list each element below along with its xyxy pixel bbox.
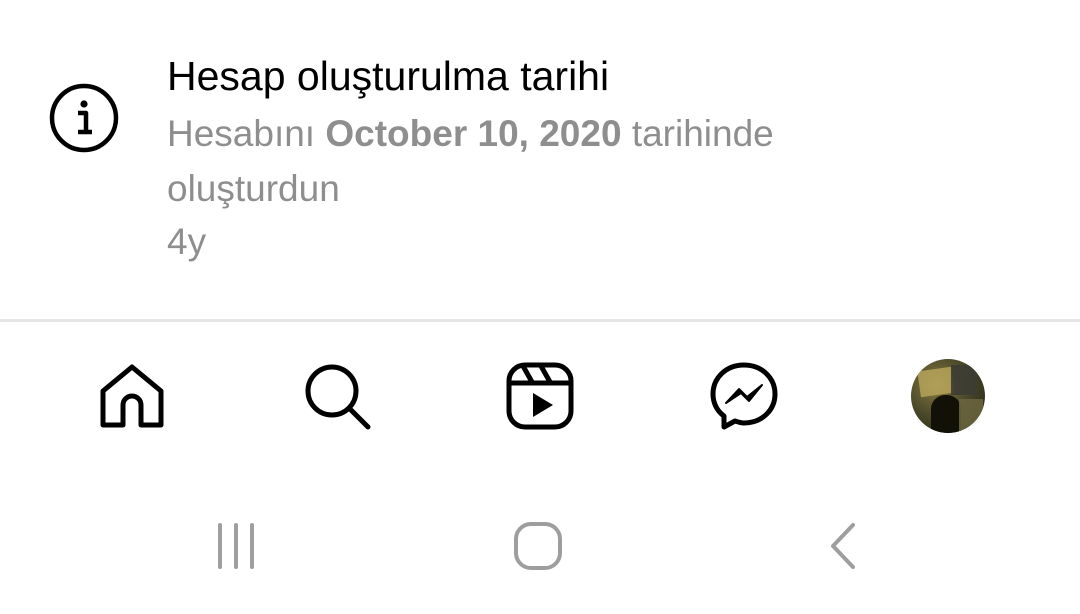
time-ago: 4y: [167, 221, 207, 262]
system-home-button[interactable]: [508, 516, 568, 576]
account-created-description: Hesabını October 10, 2020 tarihinde oluş…: [167, 106, 887, 216]
recents-icon: [218, 523, 254, 569]
tab-search[interactable]: [297, 356, 377, 436]
messenger-icon: [710, 362, 778, 430]
screen: Hesap oluşturulma tarihi Hesabını Octobe…: [0, 0, 1080, 614]
back-chevron-icon: [831, 523, 855, 569]
info-icon: [48, 82, 120, 154]
account-created-text: Hesap oluşturulma tarihi Hesabını Octobe…: [167, 48, 1027, 268]
tab-profile[interactable]: [908, 356, 988, 436]
avatar: [911, 359, 985, 433]
tab-reels[interactable]: [500, 356, 580, 436]
tab-home[interactable]: [92, 356, 172, 436]
system-nav-bar: [0, 472, 1080, 614]
home-circle-icon: [514, 522, 562, 570]
home-icon: [100, 364, 164, 428]
account-created-title: Hesap oluşturulma tarihi: [167, 53, 610, 99]
account-created-row: Hesap oluşturulma tarihi Hesabını Octobe…: [0, 0, 1080, 320]
description-prefix: Hesabını: [167, 113, 316, 154]
description-date: October 10, 2020: [325, 113, 622, 154]
tab-messenger[interactable]: [704, 356, 784, 436]
reels-icon: [506, 362, 574, 430]
bottom-tab-bar: [0, 322, 1080, 472]
system-recents-button[interactable]: [206, 516, 266, 576]
system-back-button[interactable]: [812, 516, 872, 576]
search-icon: [305, 364, 371, 430]
